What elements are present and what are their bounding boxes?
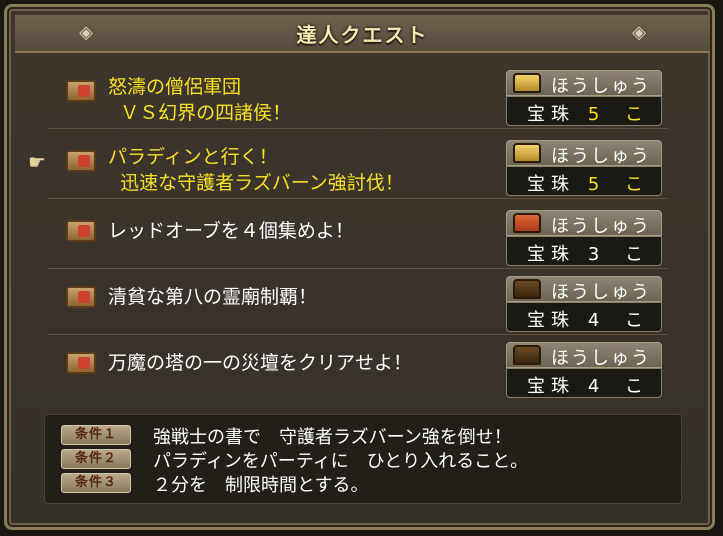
condition-text: ２分を 制限時間とする。 xyxy=(153,475,369,496)
reward-box: ほうしゅう 宝珠 5 こ xyxy=(506,140,662,198)
quest-title-line2: 迅速な守護者ラズバーン強討伐！ xyxy=(108,172,404,194)
reward-header: ほうしゅう xyxy=(506,210,662,237)
condition-row-2: 条件２ パラディンをパーティに ひとり入れること。 xyxy=(61,447,661,472)
reward-body: 宝珠 5 こ xyxy=(506,166,662,196)
quest-book-icon xyxy=(66,80,96,102)
quest-row-4[interactable]: 清貧な第八の霊廟制覇！ ほうしゅう 宝珠 4 こ xyxy=(48,270,668,335)
reward-box: ほうしゅう 宝珠 3 こ xyxy=(506,210,662,268)
reward-body: 宝珠 4 こ xyxy=(506,368,662,398)
condition-text: 強戦士の書で 守護者ラズバーン強を倒せ！ xyxy=(153,427,512,448)
quest-title-line1: レッドオーブを４個集めよ！ xyxy=(108,220,354,242)
title-bar: ◈ 達人クエスト ◈ xyxy=(15,15,710,53)
reward-count: 3 こ xyxy=(587,244,653,265)
gold-chest-icon xyxy=(513,143,541,163)
quest-book-icon xyxy=(66,220,96,242)
reward-count: 4 こ xyxy=(587,376,653,397)
reward-header: ほうしゅう xyxy=(506,276,662,303)
quest-row-2[interactable]: パラディンと行く！ 迅速な守護者ラズバーン強討伐！ ほうしゅう 宝珠 5 こ xyxy=(48,134,668,199)
quest-title: 怒濤の僧侶軍団 ＶＳ幻界の四諸侯！ xyxy=(108,74,518,126)
quest-title-line1: 万魔の塔の一の災壇をクリアせよ！ xyxy=(108,352,413,374)
quest-title-line1: パラディンと行く！ xyxy=(108,146,278,168)
reward-body: 宝珠 4 こ xyxy=(506,302,662,332)
reward-label: ほうしゅう xyxy=(551,76,651,97)
condition-row-1: 条件１ 強戦士の書で 守護者ラズバーン強を倒せ！ xyxy=(61,423,661,448)
conditions-panel: 条件１ 強戦士の書で 守護者ラズバーン強を倒せ！ 条件２ パラディンをパーティに… xyxy=(44,414,682,504)
quest-book-icon xyxy=(66,286,96,308)
window-title: 達人クエスト xyxy=(296,22,429,47)
reward-header: ほうしゅう xyxy=(506,70,662,97)
reward-header: ほうしゅう xyxy=(506,342,662,369)
quest-title-line1: 清貧な第八の霊廟制覇！ xyxy=(108,286,318,308)
reward-box: ほうしゅう 宝珠 4 こ xyxy=(506,342,662,400)
reward-count: 5 こ xyxy=(587,174,653,195)
quest-title-line1: 怒濤の僧侶軍団 xyxy=(108,76,242,98)
reward-item: 宝珠 xyxy=(527,104,575,125)
reward-label: ほうしゅう xyxy=(551,146,651,167)
condition-badge: 条件３ xyxy=(61,473,131,493)
reward-item: 宝珠 xyxy=(527,244,575,265)
reward-body: 宝珠 5 こ xyxy=(506,96,662,126)
reward-item: 宝珠 xyxy=(527,310,575,331)
condition-row-3: 条件３ ２分を 制限時間とする。 xyxy=(61,471,661,496)
reward-count: 4 こ xyxy=(587,310,653,331)
condition-text: パラディンをパーティに ひとり入れること。 xyxy=(153,451,529,472)
quest-title: レッドオーブを４個集めよ！ xyxy=(108,218,518,244)
quest-title: 清貧な第八の霊廟制覇！ xyxy=(108,284,518,310)
quest-row-1[interactable]: 怒濤の僧侶軍団 ＶＳ幻界の四諸侯！ ほうしゅう 宝珠 5 こ xyxy=(48,64,668,129)
diamond-arrow-icon: ◈ xyxy=(632,22,646,43)
quest-book-icon xyxy=(66,352,96,374)
quest-title-line2: ＶＳ幻界の四諸侯！ xyxy=(108,102,292,124)
reward-item: 宝珠 xyxy=(527,376,575,397)
quest-title: 万魔の塔の一の災壇をクリアせよ！ xyxy=(108,350,518,376)
reward-count: 5 こ xyxy=(587,104,653,125)
quest-row-5[interactable]: 万魔の塔の一の災壇をクリアせよ！ ほうしゅう 宝珠 4 こ xyxy=(48,336,668,400)
quest-row-3[interactable]: レッドオーブを４個集めよ！ ほうしゅう 宝珠 3 こ xyxy=(48,204,668,269)
red-chest-icon xyxy=(513,213,541,233)
reward-label: ほうしゅう xyxy=(551,282,651,303)
reward-box: ほうしゅう 宝珠 5 こ xyxy=(506,70,662,128)
reward-item: 宝珠 xyxy=(527,174,575,195)
condition-badge: 条件２ xyxy=(61,449,131,469)
reward-body: 宝珠 3 こ xyxy=(506,236,662,266)
dark-chest-icon xyxy=(513,345,541,365)
dark-chest-icon xyxy=(513,279,541,299)
reward-box: ほうしゅう 宝珠 4 こ xyxy=(506,276,662,334)
quest-book-icon xyxy=(66,150,96,172)
condition-badge: 条件１ xyxy=(61,425,131,445)
diamond-arrow-icon: ◈ xyxy=(79,22,93,43)
quest-title: パラディンと行く！ 迅速な守護者ラズバーン強討伐！ xyxy=(108,144,518,196)
gold-chest-icon xyxy=(513,73,541,93)
reward-label: ほうしゅう xyxy=(551,348,651,369)
reward-label: ほうしゅう xyxy=(551,216,651,237)
reward-header: ほうしゅう xyxy=(506,140,662,167)
